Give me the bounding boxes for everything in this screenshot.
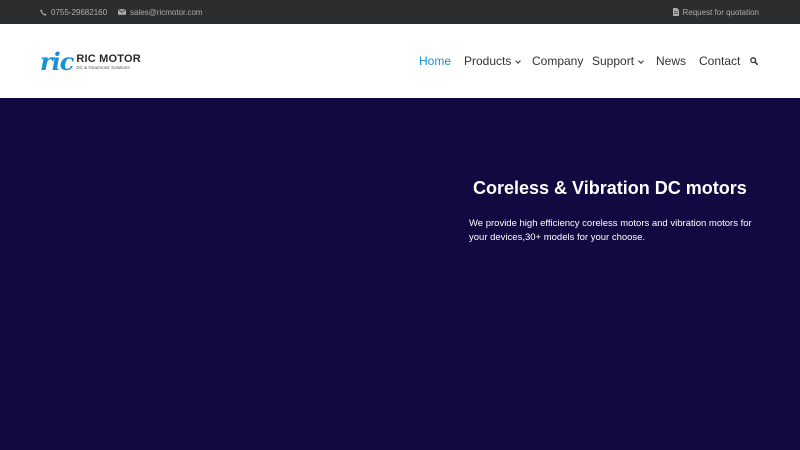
hero-title: Coreless & Vibration DC motors — [473, 178, 747, 198]
top-bar: 0755-29682160 sales@ricmotor.com Request… — [0, 0, 800, 24]
nav-item-label: Contact — [699, 54, 741, 68]
site-header: ric RIC MOTOR DC & Gearmotor Solutions H… — [0, 24, 800, 98]
phone-icon — [40, 8, 47, 16]
nav-item-label: Home — [419, 54, 452, 68]
search-button[interactable] — [750, 24, 759, 98]
email-address: sales@ricmotor.com — [130, 7, 203, 17]
request-quotation-label: Request for quotation — [682, 7, 760, 17]
nav-item-support[interactable]: Support — [592, 24, 644, 98]
nav-item-label: Support — [592, 54, 635, 68]
chevron-down-icon — [515, 58, 522, 64]
document-icon — [672, 8, 679, 16]
envelope-icon — [118, 9, 126, 15]
nav-item-products[interactable]: Products — [464, 24, 522, 98]
nav-item-news[interactable]: News — [656, 24, 686, 98]
topbar-email[interactable]: sales@ricmotor.com — [118, 0, 203, 24]
search-icon — [750, 54, 759, 68]
nav-item-label: Company — [532, 54, 584, 68]
nav-item-home[interactable]: Home — [419, 24, 451, 98]
topbar-phone[interactable]: 0755-29682160 — [40, 0, 107, 24]
request-quotation-link[interactable]: Request for quotation — [672, 0, 760, 24]
chevron-down-icon — [638, 58, 644, 64]
nav-item-company[interactable]: Company — [532, 24, 583, 98]
nav-item-label: News — [656, 54, 687, 68]
nav-item-label: Products — [464, 54, 512, 68]
hero-description: We provide high efficiency coreless moto… — [469, 218, 752, 243]
phone-number: 0755-29682160 — [51, 7, 108, 17]
main-nav: Home Products Company Support News Conta… — [0, 24, 800, 98]
hero-banner: Coreless & Vibration DC motors We provid… — [0, 98, 800, 450]
nav-item-contact[interactable]: Contact — [699, 24, 740, 98]
